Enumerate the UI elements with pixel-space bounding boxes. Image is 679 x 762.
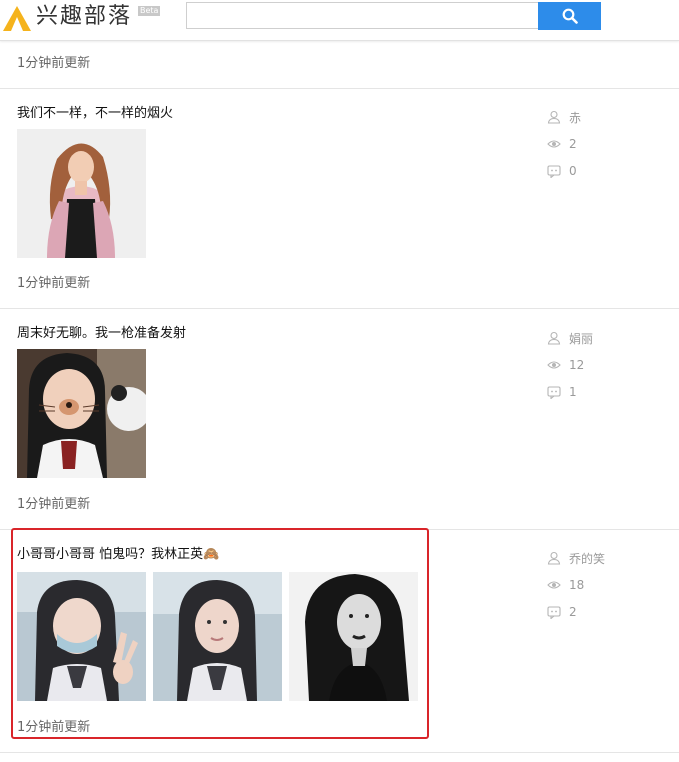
views-row: 2 <box>547 137 577 151</box>
updated-time: 1分钟前更新 <box>17 56 91 71</box>
divider <box>0 88 679 89</box>
post-image[interactable] <box>17 129 146 258</box>
beta-badge: Beta <box>138 6 161 16</box>
author-row: 赤 <box>547 109 581 126</box>
views-row: 12 <box>547 358 584 372</box>
eye-icon <box>547 581 561 589</box>
comments-row: 1 <box>547 385 577 399</box>
eye-icon <box>547 361 561 369</box>
view-count: 2 <box>569 137 577 151</box>
divider <box>0 308 679 309</box>
comment-icon <box>547 606 561 619</box>
search-icon <box>562 8 578 24</box>
author-row: 娟丽 <box>547 330 593 347</box>
author-name[interactable]: 乔的笑 <box>569 550 605 567</box>
post-title[interactable]: 我们不一样，不一样的烟火 <box>17 106 173 122</box>
updated-time: 1分钟前更新 <box>17 497 91 512</box>
top-header: 兴趣部落 Beta <box>0 0 679 41</box>
divider <box>0 752 679 753</box>
author-name[interactable]: 娟丽 <box>569 330 593 347</box>
comments-row: 0 <box>547 164 577 178</box>
search-input[interactable] <box>186 2 538 29</box>
user-icon <box>547 331 561 345</box>
post-title[interactable]: 周末好无聊。我一枪准备发射 <box>17 326 186 342</box>
comment-icon <box>547 386 561 399</box>
highlight-box <box>11 528 429 739</box>
comments-row: 2 <box>547 605 577 619</box>
search-button[interactable] <box>538 2 601 30</box>
author-name[interactable]: 赤 <box>569 109 581 126</box>
user-icon <box>547 551 561 565</box>
comment-icon <box>547 165 561 178</box>
logo-icon[interactable] <box>2 4 32 32</box>
comment-count: 0 <box>569 164 577 178</box>
view-count: 12 <box>569 358 585 372</box>
author-row: 乔的笑 <box>547 550 605 567</box>
post-image[interactable] <box>17 349 146 478</box>
comment-count: 1 <box>569 385 577 399</box>
eye-icon <box>547 140 561 148</box>
updated-time: 1分钟前更新 <box>17 276 91 291</box>
comment-count: 2 <box>569 605 577 619</box>
views-row: 18 <box>547 578 584 592</box>
logo-text[interactable]: 兴趣部落 <box>36 4 132 30</box>
view-count: 18 <box>569 578 585 592</box>
user-icon <box>547 110 561 124</box>
